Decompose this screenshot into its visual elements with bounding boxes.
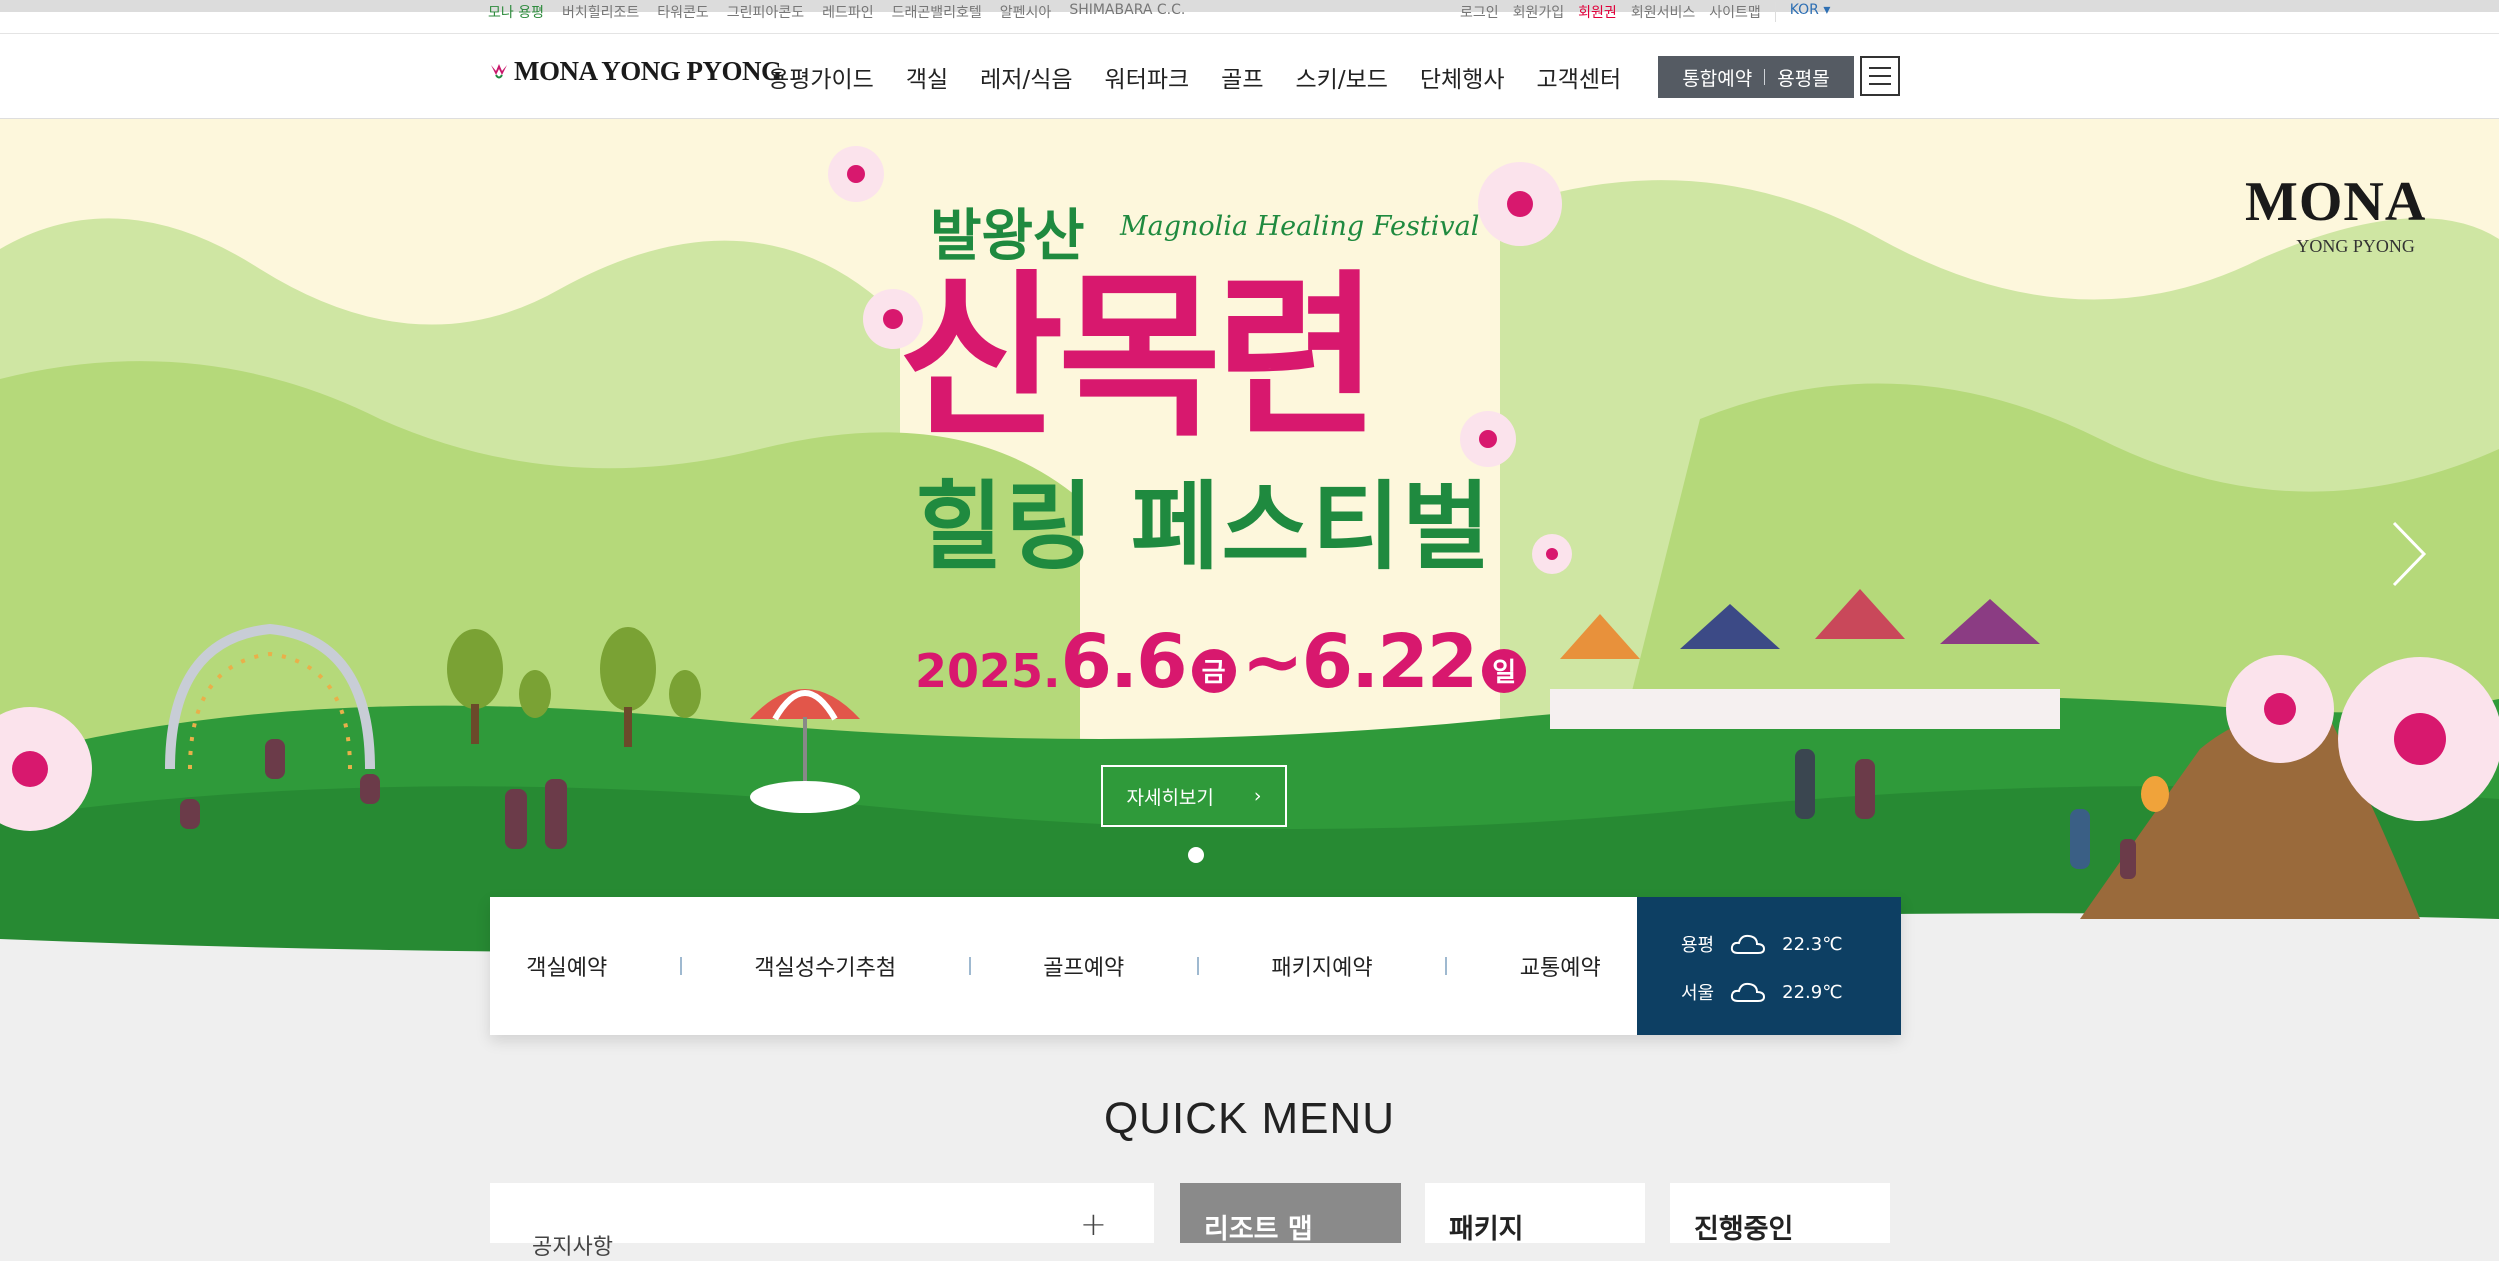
weather-temp: 22.9℃ — [1782, 981, 1843, 1003]
browser-strip — [0, 0, 2499, 12]
nav-item-group[interactable]: 단체행사 — [1420, 60, 1505, 94]
membership-link[interactable]: 회원권 — [1578, 2, 1617, 22]
family-link[interactable]: 타워콘도 — [657, 2, 709, 22]
quick-menu-title: QUICK MENU — [1103, 1094, 1396, 1143]
weather-temp: 22.3℃ — [1782, 933, 1843, 955]
day-start-badge: 금 — [1191, 648, 1236, 693]
family-link[interactable]: 레드파인 — [822, 2, 874, 22]
main-header: MONA YONG PYONG 용평가이드 객실 레저/식음 워터파크 골프 스… — [0, 34, 2499, 119]
weather-panel: 용평 22.3℃ 서울 22.9℃ — [1637, 897, 1901, 1035]
divider — [968, 957, 971, 975]
transport-reservation-link[interactable]: 교통예약 — [1520, 950, 1601, 982]
badge-sub: YONG PYONG — [2296, 236, 2415, 256]
nav-item-guide[interactable]: 용평가이드 — [768, 60, 874, 94]
cloud-icon — [1731, 982, 1766, 1002]
weather-row-yongpyong: 용평 22.3℃ — [1681, 931, 1842, 957]
nav-item-leisure[interactable]: 레저/식음 — [980, 60, 1072, 94]
card-label: 공지사항 — [532, 1235, 613, 1260]
nav-item-ski[interactable]: 스키/보드 — [1296, 60, 1388, 94]
card-label: 리조트 맵 — [1204, 1214, 1313, 1245]
member-service-link[interactable]: 회원서비스 — [1631, 2, 1695, 22]
date-start: 6.6 — [1060, 619, 1188, 705]
card-label: 진행중인 — [1694, 1214, 1794, 1245]
weather-row-seoul: 서울 22.9℃ — [1681, 979, 1842, 1005]
hero-date: 2025. 6.6 금 ~ 6.22 일 — [915, 619, 1532, 705]
nav-item-waterpark[interactable]: 워터파크 — [1105, 60, 1190, 94]
date-year: 2025. — [915, 644, 1061, 698]
hero-english-title: Magnolia Healing Festival — [1120, 211, 1480, 242]
family-link[interactable]: 그린피아콘도 — [727, 2, 804, 22]
nav-item-rooms[interactable]: 객실 — [906, 60, 948, 94]
integrated-reserve-button[interactable]: 통합예약 — [1682, 64, 1752, 91]
signup-link[interactable]: 회원가입 — [1513, 2, 1565, 22]
next-slide-icon[interactable] — [2390, 519, 2428, 589]
badge-brand: MONA — [2245, 171, 2427, 233]
package-reservation-link[interactable]: 패키지예약 — [1271, 950, 1372, 982]
room-reservation-link[interactable]: 객실예약 — [526, 950, 607, 982]
hero-subtitle: 힐링 페스티벌 — [915, 471, 1493, 583]
resort-map-card[interactable]: 리조트 맵 — [1180, 1183, 1401, 1245]
detail-label: 자세히보기 — [1126, 786, 1214, 809]
nav-item-support[interactable]: 고객센터 — [1537, 60, 1622, 94]
language-select[interactable]: KOR ▾ — [1774, 2, 1830, 22]
family-link[interactable]: 버치힐리조트 — [562, 2, 639, 22]
hamburger-icon[interactable] — [1860, 56, 1900, 96]
golf-reservation-link[interactable]: 골프예약 — [1043, 950, 1124, 982]
hamburger-line — [1869, 83, 1891, 85]
site-logo[interactable]: MONA YONG PYONG — [488, 56, 782, 87]
booking-bar: 객실예약 객실성수기추첨 골프예약 패키지예약 교통예약 용평 22.3℃ 서울… — [490, 897, 1901, 1035]
date-end: 6.22 — [1301, 619, 1479, 705]
hero-title: 산목련 — [900, 254, 1379, 461]
family-link[interactable]: SHIMABARA C.C. — [1069, 2, 1185, 22]
divider — [1196, 957, 1199, 975]
hamburger-line — [1869, 67, 1891, 69]
sitemap-link[interactable]: 사이트맵 — [1709, 2, 1761, 22]
hamburger-line — [1869, 75, 1891, 77]
nav-item-golf[interactable]: 골프 — [1221, 60, 1263, 94]
peak-room-lottery-link[interactable]: 객실성수기추첨 — [754, 950, 896, 982]
package-card[interactable]: 패키지 — [1425, 1183, 1645, 1245]
date-tilde: ~ — [1241, 619, 1304, 705]
ongoing-events-card[interactable]: 진행중인 — [1670, 1183, 1890, 1245]
plus-icon[interactable]: + — [1080, 1205, 1107, 1243]
family-site-links: 모나 용평 버치힐리조트 타워콘도 그린피아콘도 레드파인 드래곤밸리호텔 알펜… — [488, 2, 1185, 22]
detail-button[interactable]: 자세히보기 › — [1101, 765, 1287, 827]
day-end-badge: 일 — [1482, 648, 1527, 693]
card-label: 패키지 — [1449, 1214, 1524, 1245]
chevron-right-icon: › — [1253, 785, 1262, 807]
divider — [1445, 957, 1448, 975]
utility-bar: 모나 용평 버치힐리조트 타워콘도 그린피아콘도 레드파인 드래곤밸리호텔 알펜… — [0, 0, 2499, 34]
family-link[interactable]: 드래곤밸리호텔 — [892, 2, 982, 22]
cloud-icon — [1731, 934, 1766, 954]
divider — [679, 957, 682, 975]
family-link[interactable]: 모나 용평 — [488, 2, 544, 22]
yongpyong-mall-button[interactable]: 용평몰 — [1777, 64, 1829, 91]
tulip-logo-icon — [491, 63, 507, 78]
mona-brand-badge: MONA YONG PYONG — [2245, 174, 2426, 257]
weather-city: 용평 — [1681, 935, 1715, 956]
slide-indicator-dot[interactable] — [1188, 847, 1204, 863]
notice-card[interactable]: 공지사항 + — [490, 1183, 1154, 1260]
family-link[interactable]: 알펜시아 — [1000, 2, 1052, 22]
hero-banner[interactable]: 발왕산 Magnolia Healing Festival 산목련 힐링 페스티… — [0, 119, 2499, 982]
booking-links: 객실예약 객실성수기추첨 골프예약 패키지예약 교통예약 — [490, 897, 1637, 1035]
main-nav: 용평가이드 객실 레저/식음 워터파크 골프 스키/보드 단체행사 고객센터 — [768, 60, 1621, 94]
logo-text: MONA YONG PYONG — [514, 56, 782, 86]
login-link[interactable]: 로그인 — [1460, 2, 1499, 22]
reservation-button-group: 통합예약 용평몰 — [1658, 56, 1854, 98]
member-links: 로그인 회원가입 회원권 회원서비스 사이트맵 KOR ▾ — [1460, 2, 1830, 22]
divider — [1764, 69, 1766, 85]
weather-city: 서울 — [1681, 983, 1715, 1004]
